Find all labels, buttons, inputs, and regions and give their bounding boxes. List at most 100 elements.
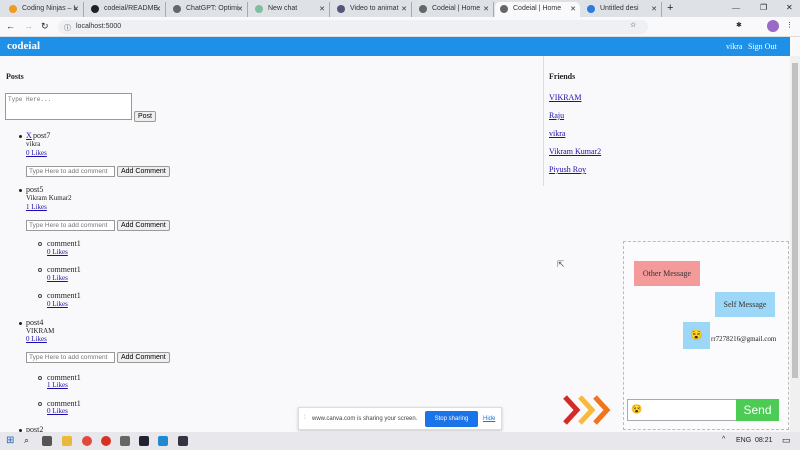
file-explorer-icon[interactable] xyxy=(62,436,72,446)
close-window-icon[interactable]: ✕ xyxy=(786,3,793,12)
hide-link[interactable]: Hide xyxy=(483,416,495,422)
bullet xyxy=(38,402,42,406)
comment-input[interactable] xyxy=(26,220,115,231)
other-message: Other Message xyxy=(634,261,700,286)
github-icon xyxy=(91,5,99,13)
url-input[interactable]: ⓘ localhost:5000 xyxy=(58,20,648,34)
taskbar: ⊞ ⌕ ^ ENG 08:21 ▭ xyxy=(0,432,800,450)
clock[interactable]: 08:21 xyxy=(755,437,773,444)
chevrons-logo-icon xyxy=(563,395,611,425)
like-link[interactable]: 1 Likes xyxy=(26,203,47,211)
browser-tab[interactable]: New chat ✕ xyxy=(250,2,330,17)
reload-icon[interactable]: ↻ xyxy=(41,21,49,32)
app-icon[interactable] xyxy=(120,436,130,446)
like-link[interactable]: 0 Likes xyxy=(26,335,47,343)
tray-chevron-icon[interactable]: ^ xyxy=(722,436,725,443)
comment-like-link[interactable]: 1 Likes xyxy=(47,381,68,389)
comment-like-link[interactable]: 0 Likes xyxy=(47,300,68,308)
post-textarea[interactable] xyxy=(5,93,132,120)
navbar: codeial vikra Sign Out xyxy=(0,37,790,56)
browser-tab[interactable]: ChatGPT: Optimi ✕ xyxy=(168,2,248,17)
bullet xyxy=(19,135,22,138)
bullet xyxy=(38,294,42,298)
add-comment-button[interactable]: Add Comment xyxy=(117,352,170,363)
forward-icon[interactable]: → xyxy=(24,21,33,31)
friend-link[interactable]: Piyush Roy xyxy=(549,165,586,174)
close-tab-icon[interactable]: ✕ xyxy=(570,5,576,13)
minimize-icon[interactable]: — xyxy=(732,3,740,12)
divider xyxy=(543,56,544,186)
post-author: VIKRAM xyxy=(26,327,55,335)
chat-icon xyxy=(255,5,263,13)
stop-sharing-button[interactable]: Stop sharing xyxy=(425,411,478,427)
browser-tab-active[interactable]: Codeial | Home ✕ xyxy=(495,2,580,17)
close-tab-icon[interactable]: ✕ xyxy=(237,5,243,13)
address-bar-row: ← → ↻ ⓘ localhost:5000 ☆ ✱ ⋮ xyxy=(0,17,800,37)
close-tab-icon[interactable]: ✕ xyxy=(651,5,657,13)
browser-tab[interactable]: Codeial | Home ✕ xyxy=(414,2,494,17)
comment-like-link[interactable]: 0 Likes xyxy=(47,407,68,415)
like-link[interactable]: 0 Likes xyxy=(26,149,47,157)
terminal-icon[interactable] xyxy=(178,436,188,446)
drag-handle-icon[interactable]: ⁞ xyxy=(304,415,306,421)
sign-out-link[interactable]: Sign Out xyxy=(748,42,777,51)
back-icon[interactable]: ← xyxy=(6,21,15,31)
terminal-icon[interactable] xyxy=(139,436,149,446)
add-comment-button[interactable]: Add Comment xyxy=(117,220,170,231)
browser-tab[interactable]: Coding Ninjas – L ✕ xyxy=(4,2,84,17)
user-link[interactable]: vikra xyxy=(726,42,742,51)
extensions-icon[interactable]: ✱ xyxy=(736,21,742,29)
brand-logo[interactable]: codeial xyxy=(7,40,40,52)
maximize-icon[interactable]: ❐ xyxy=(760,3,767,12)
windows-start-icon[interactable]: ⊞ xyxy=(6,435,14,446)
close-tab-icon[interactable]: ✕ xyxy=(73,5,79,13)
comment-like-link[interactable]: 0 Likes xyxy=(47,248,68,256)
friends-heading: Friends xyxy=(549,72,576,81)
globe-icon xyxy=(419,5,427,13)
browser-tab[interactable]: Video to animat ✕ xyxy=(332,2,412,17)
recorder-icon[interactable] xyxy=(101,436,111,446)
sender-email: rr7278216@gmail.com xyxy=(711,335,777,343)
chat-box: Other Message Self Message 😵 rr7278216@g… xyxy=(623,241,789,430)
friend-link[interactable]: Raju xyxy=(549,111,564,120)
profile-avatar[interactable] xyxy=(767,20,779,32)
browser-tab[interactable]: Untitled desi ✕ xyxy=(582,2,662,17)
search-icon[interactable]: ⌕ xyxy=(24,435,29,446)
comment-content: comment1 xyxy=(47,239,81,248)
menu-icon[interactable]: ⋮ xyxy=(786,21,793,29)
friend-link[interactable]: vikra xyxy=(549,129,565,138)
screen-share-bar: ⁞ www.canva.com is sharing your screen. … xyxy=(298,407,502,430)
chat-input[interactable]: 😵 xyxy=(627,399,737,421)
chrome-icon[interactable] xyxy=(82,436,92,446)
close-tab-icon[interactable]: ✕ xyxy=(483,5,489,13)
task-view-icon[interactable] xyxy=(42,436,52,446)
post-author: Vikram Kumar2 xyxy=(26,194,72,202)
bullet xyxy=(38,376,42,380)
comment-input[interactable] xyxy=(26,166,115,177)
emoji-message: 😵 xyxy=(683,322,710,349)
vscode-icon[interactable] xyxy=(158,436,168,446)
scrollbar-thumb[interactable] xyxy=(792,63,798,378)
close-tab-icon[interactable]: ✕ xyxy=(319,5,325,13)
delete-post-link[interactable]: X xyxy=(26,131,32,140)
notifications-icon[interactable]: ▭ xyxy=(782,435,791,446)
star-icon[interactable]: ☆ xyxy=(630,21,636,29)
post-content: post5 xyxy=(26,185,44,194)
new-tab-button[interactable]: + xyxy=(667,2,673,14)
friend-link[interactable]: Vikram Kumar2 xyxy=(549,147,601,156)
send-button[interactable]: Send xyxy=(736,399,779,421)
canva-icon xyxy=(587,5,595,13)
friend-link[interactable]: VIKRAM xyxy=(549,93,581,102)
post-button[interactable]: Post xyxy=(134,111,157,122)
browser-tab[interactable]: codeial/README. ✕ xyxy=(86,2,166,17)
info-icon: ⓘ xyxy=(64,25,71,32)
bullet xyxy=(19,322,22,325)
close-tab-icon[interactable]: ✕ xyxy=(401,5,407,13)
add-comment-button[interactable]: Add Comment xyxy=(117,166,170,177)
posts-heading: Posts xyxy=(6,72,24,81)
comment-input[interactable] xyxy=(26,352,115,363)
post-content: post4 xyxy=(26,318,44,327)
language-indicator[interactable]: ENG xyxy=(736,437,751,444)
comment-like-link[interactable]: 0 Likes xyxy=(47,274,68,282)
close-tab-icon[interactable]: ✕ xyxy=(155,5,161,13)
